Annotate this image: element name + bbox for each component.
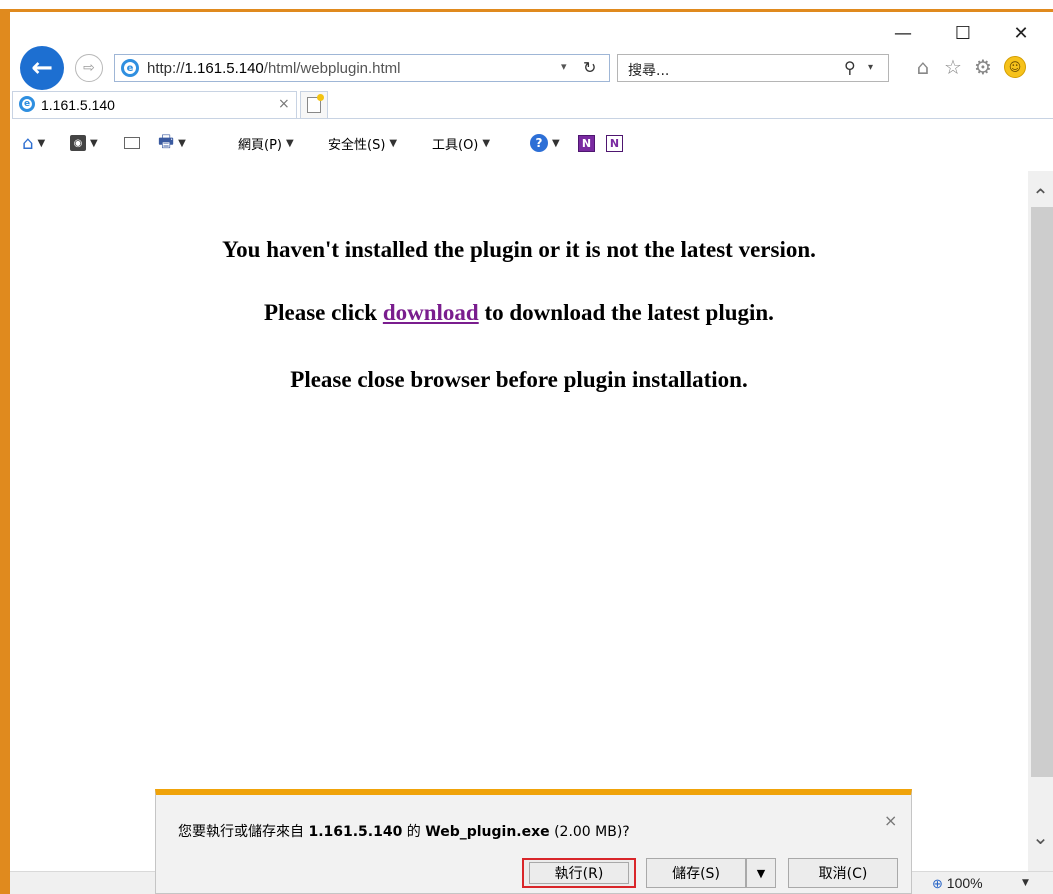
download-prompt: 您要執行或儲存來自 1.161.5.140 的 Web_plugin.exe (…	[178, 824, 630, 840]
close-browser-message: Please close browser before plugin insta…	[290, 367, 748, 392]
mail-command-button[interactable]	[124, 131, 140, 155]
window-frame-top	[0, 9, 1053, 12]
page-menu[interactable]: 網頁(P) ▼	[238, 131, 294, 155]
home-icon[interactable]: ⌂	[910, 54, 936, 80]
chevron-down-icon: ▼	[285, 137, 294, 149]
run-button[interactable]: 執行(R)	[522, 858, 636, 888]
chevron-down-icon[interactable]: ▼	[37, 138, 45, 149]
chevron-down-icon: ▼	[389, 137, 398, 149]
chevron-down-icon: ▼	[552, 137, 560, 149]
download-instruction-prefix: Please click	[264, 300, 383, 325]
print-icon: 🖶	[158, 131, 175, 152]
safety-menu[interactable]: 安全性(S) ▼	[328, 131, 397, 155]
chevron-down-icon[interactable]: ▼	[178, 138, 186, 149]
refresh-icon[interactable]: ↻	[583, 58, 596, 77]
zoom-dropdown-icon[interactable]: ▼	[1022, 878, 1029, 888]
vertical-scrollbar[interactable]: ⌃ ⌄	[1028, 171, 1053, 871]
tools-menu[interactable]: 工具(O) ▼	[432, 131, 490, 155]
cancel-button[interactable]: 取消(C)	[788, 858, 898, 888]
tab-close-icon[interactable]: ×	[278, 96, 290, 112]
download-notification-bar: 您要執行或儲存來自 1.161.5.140 的 Web_plugin.exe (…	[155, 789, 912, 894]
address-bar[interactable]: e http://1.161.5.140/html/webplugin.html…	[114, 54, 610, 82]
search-icon[interactable]: ⚲	[844, 58, 856, 77]
tab-active[interactable]: e 1.161.5.140 ×	[12, 91, 297, 118]
home-command-button[interactable]: ⌂ ▼	[22, 131, 45, 155]
address-dropdown-icon[interactable]: ▾	[561, 60, 567, 73]
page-content: You haven't installed the plugin or it i…	[10, 171, 1028, 871]
scroll-down-icon[interactable]: ⌄	[1028, 825, 1053, 849]
maximize-button[interactable]: ☐	[940, 20, 986, 46]
onenote-linked-icon: N	[606, 134, 623, 152]
mail-icon	[124, 137, 140, 149]
forward-button[interactable]: ⇨	[75, 54, 103, 82]
print-command-button[interactable]: 🖶 ▼	[158, 131, 186, 155]
ie-tab-icon: e	[19, 96, 35, 112]
window-frame-left	[0, 9, 10, 894]
tab-title: 1.161.5.140	[41, 97, 115, 113]
download-instruction: Please click download to download the la…	[10, 300, 1028, 326]
tools-menu-label: 工具(O)	[432, 137, 479, 153]
scrollbar-thumb[interactable]	[1031, 207, 1053, 777]
address-url[interactable]: http://1.161.5.140/html/webplugin.html	[147, 60, 401, 77]
help-icon: ?	[530, 134, 548, 152]
smiley-feedback-icon[interactable]: ☺	[1000, 54, 1030, 80]
chevron-down-icon: ▼	[756, 866, 766, 880]
scroll-up-icon[interactable]: ⌃	[1028, 184, 1053, 208]
save-button[interactable]: 儲存(S)	[646, 858, 746, 888]
zoom-value: 100%	[946, 875, 983, 891]
search-dropdown-icon[interactable]: ▾	[868, 62, 873, 73]
back-button[interactable]: ←	[20, 46, 64, 90]
plugin-missing-message: You haven't installed the plugin or it i…	[222, 237, 816, 262]
chevron-down-icon[interactable]: ▼	[90, 138, 98, 149]
ie-page-icon: e	[121, 59, 139, 77]
save-options-dropdown[interactable]: ▼	[746, 858, 776, 888]
chevron-down-icon: ▼	[482, 137, 491, 149]
search-input[interactable]: 搜尋...	[628, 60, 669, 80]
feeds-icon: ◉	[70, 135, 86, 151]
minimize-button[interactable]: —	[880, 20, 926, 46]
zoom-level[interactable]: ⊕ 100%	[932, 875, 983, 892]
back-arrow-icon: ←	[31, 53, 53, 83]
gear-icon[interactable]: ⚙	[970, 54, 996, 80]
run-button-label: 執行(R)	[529, 862, 629, 884]
download-instruction-suffix: to download the latest plugin.	[478, 300, 774, 325]
onenote-linked-button[interactable]: N	[606, 131, 623, 155]
onenote-button[interactable]: N	[578, 131, 595, 155]
new-tab-button[interactable]	[300, 91, 328, 118]
page-menu-label: 網頁(P)	[238, 137, 282, 153]
search-box[interactable]: 搜尋... ⚲ ▾	[617, 54, 889, 82]
onenote-icon: N	[578, 134, 595, 152]
notification-close-icon[interactable]: ×	[884, 811, 897, 830]
home-icon: ⌂	[22, 132, 34, 154]
favorites-star-icon[interactable]: ☆	[940, 54, 966, 80]
feeds-command-button[interactable]: ◉ ▼	[70, 131, 98, 155]
command-bar: ⌂ ▼ ◉ ▼ 🖶 ▼ 網頁(P) ▼ 安全性(S) ▼ 工具(O) ▼ ? ▼ N N	[12, 118, 1053, 170]
help-menu[interactable]: ? ▼	[530, 131, 560, 155]
zoom-icon: ⊕	[932, 876, 943, 891]
safety-menu-label: 安全性(S)	[328, 137, 386, 153]
new-tab-icon	[307, 94, 324, 113]
close-window-button[interactable]: ✕	[998, 20, 1044, 46]
download-link[interactable]: download	[383, 300, 479, 325]
forward-arrow-icon: ⇨	[83, 60, 95, 76]
